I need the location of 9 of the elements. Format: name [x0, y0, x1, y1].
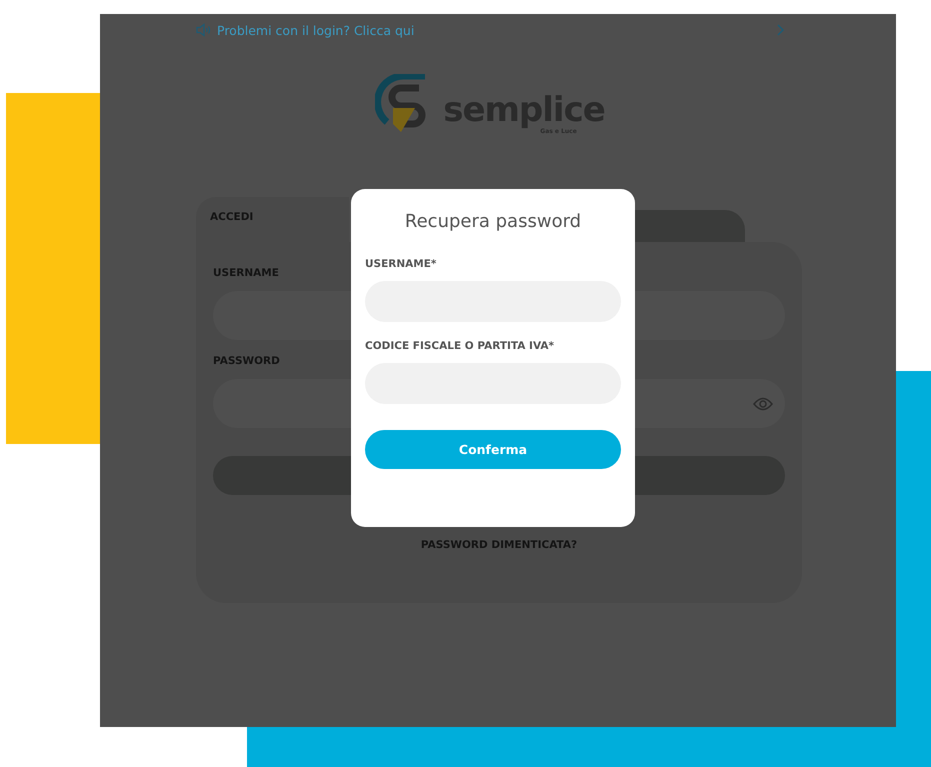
login-help-link[interactable]: Problemi con il login? Clicca qui [217, 22, 770, 38]
speaker-icon [196, 23, 211, 37]
login-tab[interactable] [634, 210, 745, 242]
field-label: CODICE FISCALE O PARTITA IVA* [365, 339, 555, 353]
eye-icon[interactable] [753, 396, 773, 410]
field-label: USERNAME* [365, 257, 438, 271]
chevron-right-icon[interactable] [776, 24, 784, 36]
confirm-button[interactable]: Conferma [365, 430, 621, 469]
dialog-title: Recupera password [404, 210, 582, 234]
